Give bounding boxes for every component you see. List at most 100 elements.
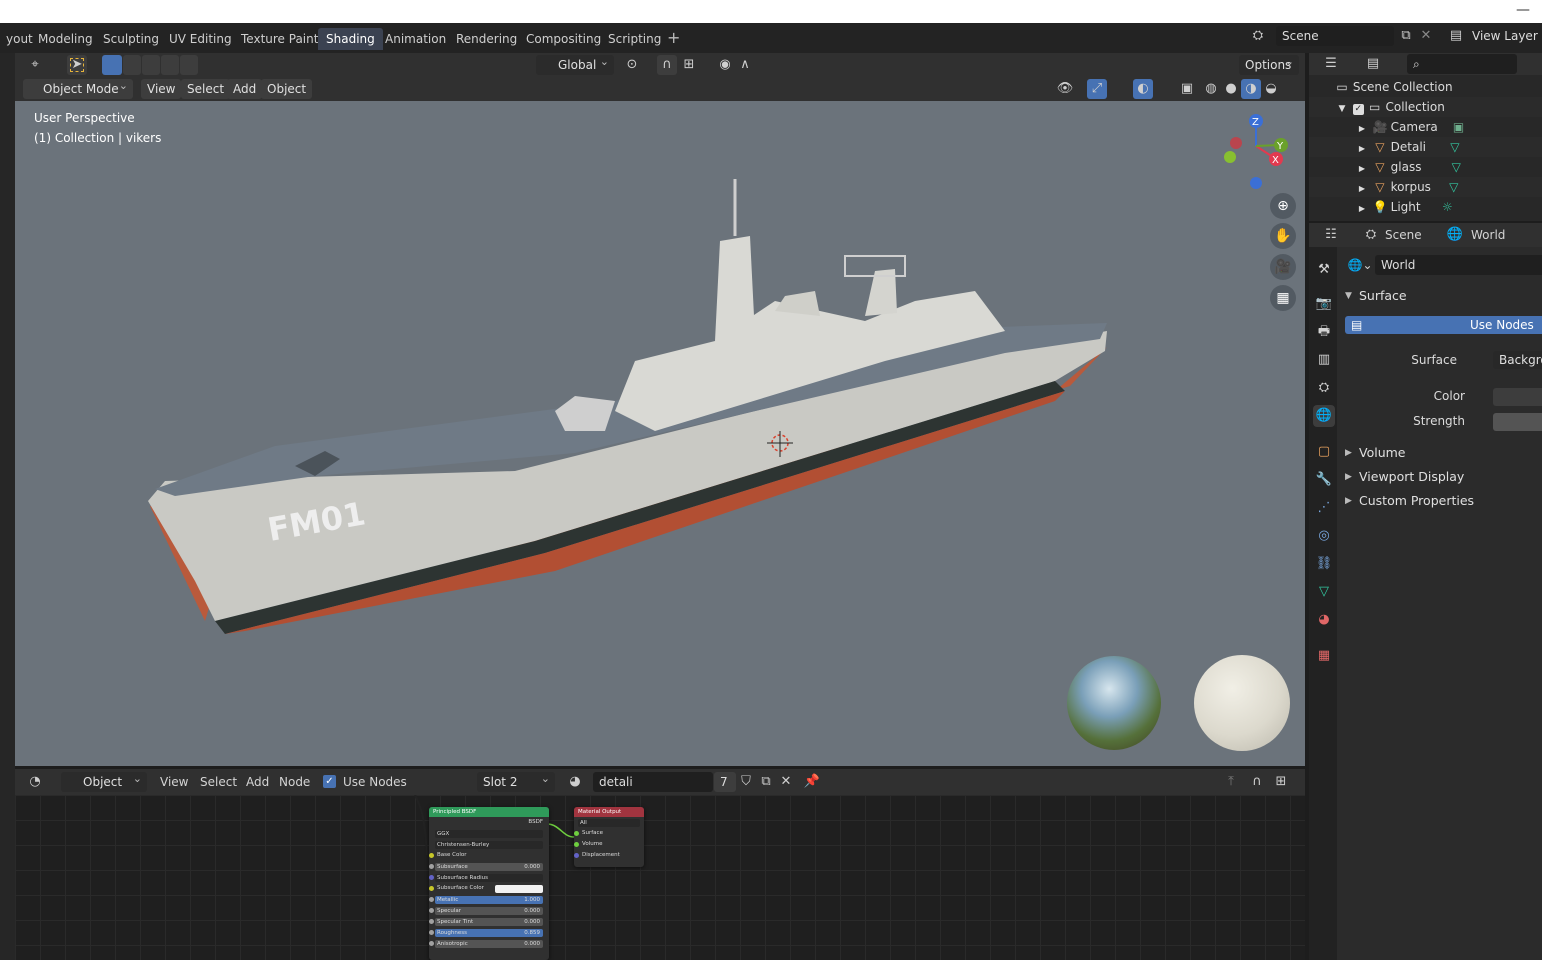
outliner-item-light[interactable]: ▶ 💡 Light ☼ (1309, 197, 1542, 217)
render-tab-icon[interactable]: 📷 (1313, 293, 1335, 315)
menu-add[interactable]: Add (227, 79, 263, 99)
snap-element-icon[interactable]: ⊞ (1271, 772, 1291, 792)
subsurface-radius-field[interactable]: Subsurface Radius (435, 874, 543, 882)
view-layer-browse-icon[interactable]: ▤ (1446, 26, 1466, 46)
gizmo-toggle-icon[interactable]: ⤢ (1087, 79, 1107, 99)
socket-icon[interactable] (574, 831, 579, 836)
expand-right-icon[interactable]: ▶ (1355, 139, 1369, 159)
subsurface-color-row[interactable]: Subsurface Color (429, 883, 549, 894)
new-material-icon[interactable]: ⧉ (756, 772, 776, 792)
pivot-point-icon[interactable]: ⊙ (622, 55, 642, 75)
tab-scripting[interactable]: Scripting (600, 28, 669, 50)
socket-icon[interactable] (429, 941, 434, 946)
distribution-row[interactable]: GGX (429, 828, 549, 839)
menu-select[interactable]: Select (181, 79, 231, 99)
scene-tab-icon[interactable]: ⛭ (1313, 377, 1335, 399)
node-menu-node[interactable]: Node (279, 772, 310, 792)
rendered-shading-icon[interactable]: ◒ (1261, 79, 1281, 99)
socket-icon[interactable] (429, 930, 434, 935)
strength-field[interactable]: 1 (1493, 413, 1542, 431)
output-target-row[interactable]: All (574, 817, 644, 828)
view-layer-tab-icon[interactable]: ▥ (1313, 349, 1335, 371)
specular-row[interactable]: Specular 0.000 (429, 905, 549, 916)
specular-field[interactable]: Specular 0.000 (435, 907, 543, 915)
subsurface-field[interactable]: Subsurface 0.000 (435, 863, 543, 871)
snap-icon[interactable]: ∩ (657, 55, 677, 75)
shader-editor-icon[interactable]: ◔ (25, 772, 45, 792)
new-scene-icon[interactable]: ⧉ (1396, 26, 1416, 46)
tab-shading[interactable]: Shading (318, 28, 383, 50)
mesh-data-icon[interactable]: ▽ (1447, 177, 1461, 197)
select-mode-subtract-icon[interactable] (142, 55, 160, 75)
material-output-node[interactable]: Material Output All Surface Volume Displ… (574, 807, 644, 867)
physics-tab-icon[interactable]: ◎ (1313, 525, 1335, 547)
select-mode-invert-icon[interactable] (161, 55, 179, 75)
node-menu-view[interactable]: View (160, 772, 188, 792)
data-tab-icon[interactable]: ▽ (1313, 581, 1335, 603)
specular-tint-field[interactable]: Specular Tint 0.000 (435, 918, 543, 926)
parent-tree-icon[interactable]: ⤒ (1221, 772, 1241, 792)
select-mode-extend-icon[interactable] (123, 55, 141, 75)
options-dropdown[interactable]: Options (1239, 52, 1299, 75)
metallic-row[interactable]: Metallic 1.000 (429, 894, 549, 905)
tab-sculpting[interactable]: Sculpting (95, 28, 167, 50)
material-browse-icon[interactable]: ◕ (565, 772, 585, 792)
principled-bsdf-node[interactable]: Principled BSDF BSDF GGX Christensen-Bur… (429, 807, 549, 960)
minimize-button[interactable]: — (1516, 2, 1530, 18)
snap-target-icon[interactable]: ⊞ (679, 55, 699, 75)
scene-name-field[interactable]: Scene (1276, 26, 1394, 46)
surface-panel-header[interactable]: ▼ Surface (1337, 284, 1542, 308)
specular-tint-row[interactable]: Specular Tint 0.000 (429, 916, 549, 927)
viewport-display-panel-header[interactable]: ▶ Viewport Display (1337, 465, 1542, 489)
select-tool-icon[interactable]: ➤ (67, 55, 87, 75)
snap-node-icon[interactable]: ∩ (1247, 772, 1267, 792)
socket-icon[interactable] (429, 919, 434, 924)
ortho-grid-icon[interactable]: ▦ (1270, 285, 1296, 311)
camera-view-icon[interactable]: 🎥 (1270, 254, 1296, 280)
select-mode-new-icon[interactable] (102, 55, 122, 75)
anisotropic-field[interactable]: Anisotropic 0.000 (435, 940, 543, 948)
overlay-toggle-icon[interactable]: ◐ (1133, 79, 1153, 99)
subsurface-method-select[interactable]: Christensen-Burley (435, 841, 543, 849)
volume-panel-header[interactable]: ▶ Volume (1337, 441, 1542, 465)
texture-tab-icon[interactable]: ▦ (1313, 645, 1335, 667)
visibility-icon[interactable]: 👁 (1055, 79, 1075, 99)
surface-shader-select[interactable]: Backgro (1493, 351, 1542, 369)
socket-icon[interactable] (429, 853, 434, 858)
material-users-count[interactable]: 7 (714, 772, 736, 792)
pin-icon[interactable]: 📌 (802, 772, 822, 792)
expand-right-icon[interactable]: ▶ (1355, 179, 1369, 199)
view-layer-field[interactable]: View Layer (1472, 26, 1542, 46)
fake-user-shield-icon[interactable]: ⛉ (736, 772, 756, 792)
outliner-editor-icon[interactable]: ☰ (1321, 54, 1341, 74)
solid-shading-icon[interactable]: ● (1221, 79, 1241, 99)
constraints-tab-icon[interactable]: ⛓ (1313, 553, 1335, 575)
outliner-item-korpus[interactable]: ▶ ▽ korpus ▽ (1309, 177, 1542, 197)
display-mode-icon[interactable]: ▤ (1363, 54, 1383, 74)
zoom-icon[interactable]: ⊕ (1270, 193, 1296, 219)
select-mode-intersect-icon[interactable] (180, 55, 198, 75)
output-tab-icon[interactable]: 🖶 (1313, 321, 1335, 343)
distribution-select[interactable]: GGX (435, 830, 543, 838)
material-tab-icon[interactable]: ◕ (1313, 609, 1335, 631)
socket-icon[interactable] (574, 853, 579, 858)
expand-down-icon[interactable]: ▼ (1335, 99, 1349, 119)
socket-icon[interactable] (429, 886, 434, 891)
custom-properties-panel-header[interactable]: ▶ Custom Properties (1337, 489, 1542, 513)
output-surface-row[interactable]: Surface (574, 828, 644, 839)
unlink-material-icon[interactable]: ✕ (776, 772, 796, 792)
proportional-edit-icon[interactable]: ◉ (715, 55, 735, 75)
outliner-item-detali[interactable]: ▶ ▽ Detali ▽ (1309, 137, 1542, 157)
object-tab-icon[interactable]: ▢ (1313, 441, 1335, 463)
3d-viewport[interactable]: FM01 User Perspective (1) Collection | v… (15, 101, 1305, 766)
material-shading-icon[interactable]: ◑ (1241, 79, 1261, 99)
subsurface-method-row[interactable]: Christensen-Burley (429, 839, 549, 850)
material-name-field[interactable]: detali (593, 772, 713, 792)
expand-right-icon[interactable]: ▶ (1355, 199, 1369, 219)
metallic-field[interactable]: Metallic 1.000 (435, 896, 543, 904)
shader-type-select[interactable]: Object (61, 769, 147, 792)
tab-modeling[interactable]: Modeling (30, 28, 101, 50)
outliner-scene-collection[interactable]: ▭ Scene Collection (1309, 77, 1542, 97)
object-mode-select[interactable]: Object Mode (23, 76, 133, 99)
properties-editor-icon[interactable]: ☷ (1321, 225, 1341, 245)
